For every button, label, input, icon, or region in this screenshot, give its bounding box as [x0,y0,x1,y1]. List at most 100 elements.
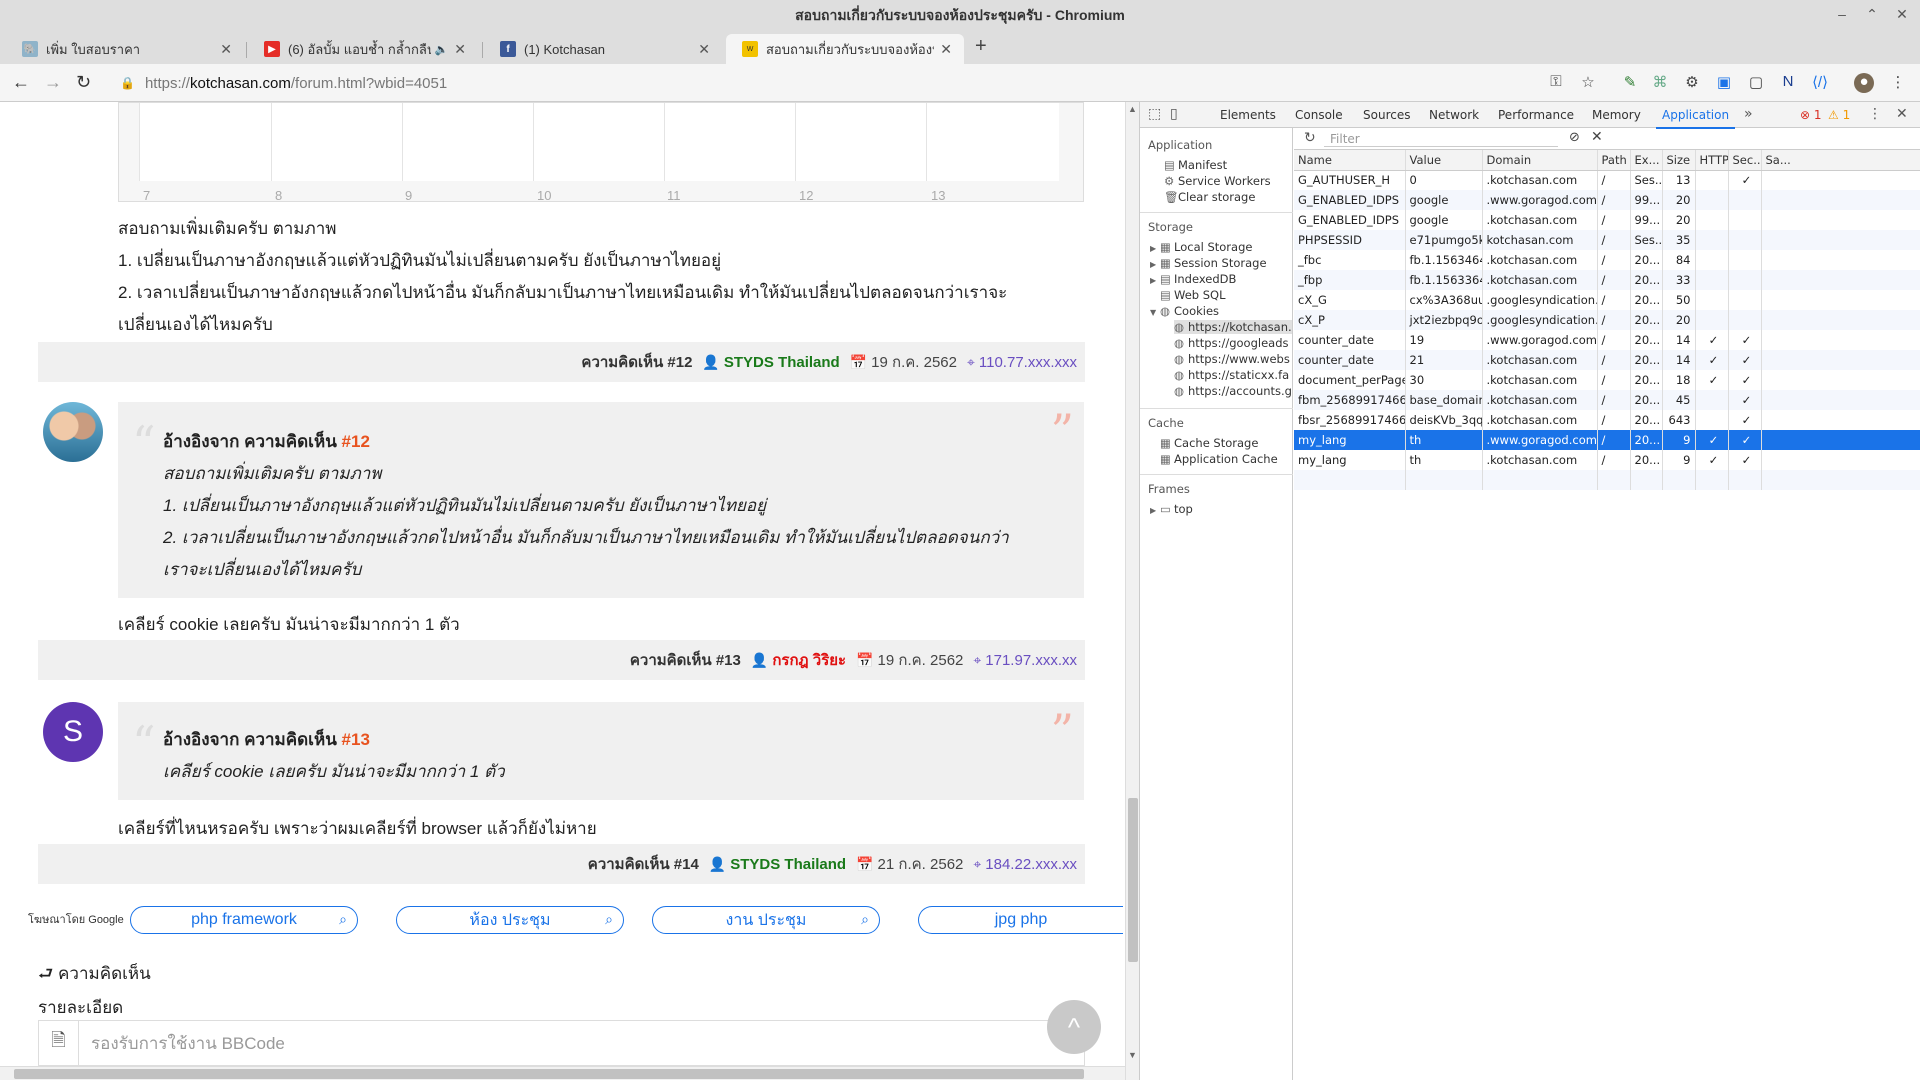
sidebar-item-local-storage[interactable]: ▶ ▦ Local Storage [1150,240,1252,254]
scroll-to-top-button[interactable]: ^ [1047,1000,1101,1054]
tab-console[interactable]: Console [1295,108,1343,122]
ad-pill[interactable]: งาน ประชุม ⌕ [652,906,880,934]
comment-author[interactable]: กรกฎ วิริยะ [772,652,846,669]
extension-n-icon[interactable]: N [1778,73,1798,93]
new-tab-icon[interactable]: + [975,35,987,58]
ad-pill[interactable]: jpg php [918,906,1123,934]
ad-pill[interactable]: php framework ⌕ [130,906,358,934]
minimize-icon[interactable]: – [1830,6,1854,22]
tab-performance[interactable]: Performance [1498,108,1574,122]
tab-close-icon[interactable]: ✕ [220,41,232,58]
tab-close-icon[interactable]: ✕ [454,41,466,58]
scrollbar-thumb[interactable] [14,1069,1084,1079]
scroll-up-icon[interactable]: ▲ [1128,104,1137,114]
expand-icon[interactable]: ▶ [1150,506,1160,515]
forward-icon[interactable]: → [44,72,62,93]
table-row[interactable]: my_lang th .kotchasan.com/20... 9 ✓ ✓ [1294,450,1920,470]
scroll-down-icon[interactable]: ▼ [1128,1050,1137,1060]
warning-count[interactable]: ⚠ 1 [1828,108,1850,122]
devtools-menu-icon[interactable]: ⋮ [1868,106,1882,122]
comment-author[interactable]: STYDS Thailand [730,856,846,873]
sidebar-item-top-frame[interactable]: ▶ ▭ top [1150,502,1193,516]
tab-facebook[interactable]: f (1) Kotchasan ✕ [484,34,722,64]
key-icon[interactable]: ⚿ [1546,73,1566,93]
table-row[interactable]: G_ENABLED_IDPS google .www.goragod.com/99.… [1294,190,1920,210]
avatar[interactable]: ● [1854,73,1874,93]
table-row[interactable]: cX_Pjxt2iezbpq9o....googlesyndication.co… [1294,310,1920,330]
sidebar-item-cookies[interactable]: ▼ ◍ Cookies [1150,304,1219,318]
quote-ref[interactable]: #13 [342,730,370,749]
star-icon[interactable]: ☆ [1578,73,1598,93]
delete-selected-icon[interactable]: ✕ [1591,129,1603,145]
sidebar-cookie-origin[interactable]: ◍ https://googleads [1174,336,1292,350]
column-header[interactable]: Value [1405,150,1483,171]
column-header[interactable]: Sa... [1761,150,1920,171]
device-toolbar-icon[interactable]: ▯ [1170,106,1178,122]
inspect-icon[interactable]: ⬚ [1148,106,1161,122]
comment-detail-input[interactable]: 🗎 รองรับการใช้งาน BBCode [38,1020,1085,1066]
extension-pen-icon[interactable]: ✎ [1620,73,1640,93]
column-header[interactable]: Domain [1482,150,1598,171]
expand-icon[interactable]: ▶ [1150,244,1160,253]
refresh-icon[interactable]: ↻ [1304,130,1316,146]
column-header[interactable]: Ex... [1630,150,1663,171]
column-header[interactable]: Sec... [1728,150,1762,171]
tab-forum-active[interactable]: W สอบถามเกี่ยวกับระบบจองห้องประ ✕ [726,34,964,64]
extension-code-icon[interactable]: ⟨/⟩ [1810,73,1830,93]
quote-ref[interactable]: #12 [342,432,370,451]
expand-icon[interactable]: ▶ [1150,260,1160,269]
extension-chat-icon[interactable]: ▢ [1746,73,1766,93]
speaker-icon[interactable]: 🔈 [435,43,449,56]
tab-close-icon[interactable]: ✕ [698,41,710,58]
tab-application[interactable]: Application [1655,108,1736,129]
address-bar[interactable]: 🔒 https://kotchasan.com/forum.html?wbid=… [120,71,1540,95]
tab-elements[interactable]: Elements [1220,108,1276,122]
table-row[interactable]: counter_date 19 .www.goragod.com/20... 14 ✓ ✓ [1294,330,1920,350]
sidebar-item-manifest[interactable]: ▤ Manifest [1164,158,1227,172]
clear-all-icon[interactable]: ⊘ [1569,130,1580,145]
column-header[interactable]: HTTP [1695,150,1729,171]
comment-author[interactable]: STYDS Thailand [724,354,840,371]
sidebar-item-service-workers[interactable]: ⚙ Service Workers [1164,174,1271,188]
sidebar-cookie-origin[interactable]: ◍ https://accounts.g [1174,384,1292,398]
column-header[interactable]: Path [1597,150,1631,171]
devtools-close-icon[interactable]: ✕ [1896,106,1908,122]
table-row[interactable]: _fbcfb.1.1563464....kotchasan.com/20...8… [1294,250,1920,270]
sidebar-cookie-origin[interactable]: ◍ https://staticxx.fa [1174,368,1292,382]
tab-sources[interactable]: Sources [1363,108,1410,122]
tab-quotation[interactable]: 🐘 เพิ่ม ใบสอบราคา ✕ [6,34,244,64]
table-row[interactable]: PHPSESSIDe71pumgo5k...kotchasan.com/Ses.… [1294,230,1920,250]
expand-icon[interactable]: ▶ [1150,276,1160,285]
tab-memory[interactable]: Memory [1592,108,1641,122]
extension-gear-icon[interactable]: ⚙ [1682,73,1702,93]
collapse-icon[interactable]: ▼ [1150,308,1160,317]
scrollbar-thumb[interactable] [1128,798,1138,962]
close-window-icon[interactable]: ✕ [1890,6,1914,23]
table-row[interactable]: document_perPage 30 .kotchasan.com/20... 18… [1294,370,1920,390]
ad-pill[interactable]: ห้อง ประชุม ⌕ [396,906,624,934]
tab-close-icon[interactable]: ✕ [940,41,952,58]
sidebar-item-cache-storage[interactable]: ▦ Cache Storage [1160,436,1258,450]
lock-icon[interactable]: 🔒 [120,76,135,90]
sidebar-item-clear-storage[interactable]: 🗑Clear storage [1164,190,1255,204]
page-horizontal-scrollbar[interactable] [0,1066,1125,1080]
table-row[interactable]: G_ENABLED_IDPS google .kotchasan.com/99...… [1294,210,1920,230]
extension-chart-icon[interactable]: ▣ [1714,73,1734,93]
sidebar-cookie-origin[interactable]: ◍ https://www.webs [1174,352,1292,366]
more-tabs-icon[interactable]: » [1744,106,1753,122]
column-header[interactable]: Size [1662,150,1696,171]
table-row[interactable]: cX_Gcx%3A368uu....googlesyndication.com/… [1294,290,1920,310]
extension-js-icon[interactable]: ⌘ [1650,73,1670,93]
error-count[interactable]: ⊗ 1 [1800,108,1822,122]
tab-youtube[interactable]: ▶ (6) อัลบั้ม แอบช้ำ กล้ำกลืน ขึ้ 🔈 ✕ [248,34,478,64]
column-header[interactable]: Name [1294,150,1406,171]
menu-icon[interactable]: ⋮ [1888,73,1908,93]
sidebar-item-web-sql[interactable]: ▤ Web SQL [1160,288,1226,302]
sidebar-item-session-storage[interactable]: ▶ ▦ Session Storage [1150,256,1267,270]
sidebar-item-indexeddb[interactable]: ▶ ▤ IndexedDB [1150,272,1236,286]
table-row[interactable]: my_lang th .www.goragod.com/20... 9 ✓ ✓ [1294,430,1920,450]
tab-network[interactable]: Network [1429,108,1479,122]
table-row[interactable]: fbm_25689917466...base_domain....kotchas… [1294,390,1920,410]
maximize-icon[interactable]: ⌃ [1860,6,1884,23]
page-vertical-scrollbar[interactable]: ▲ ▼ [1125,102,1139,1080]
